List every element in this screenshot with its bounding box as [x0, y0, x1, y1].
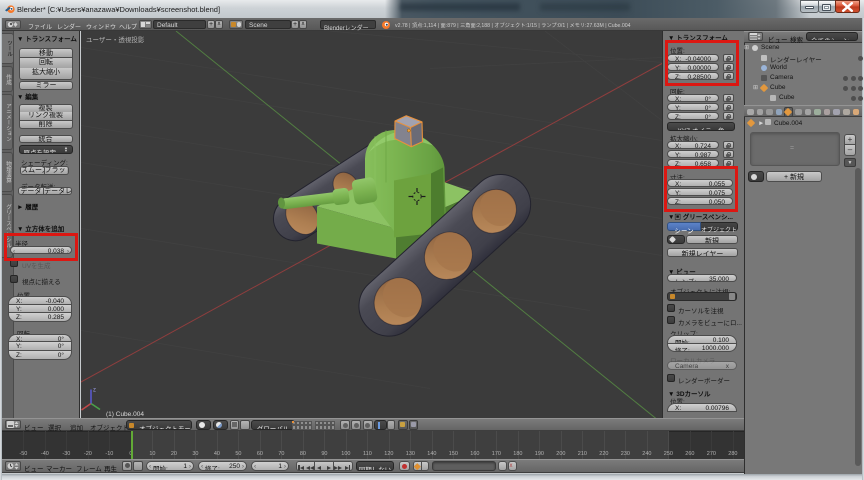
svg-text:z: z — [93, 387, 96, 393]
